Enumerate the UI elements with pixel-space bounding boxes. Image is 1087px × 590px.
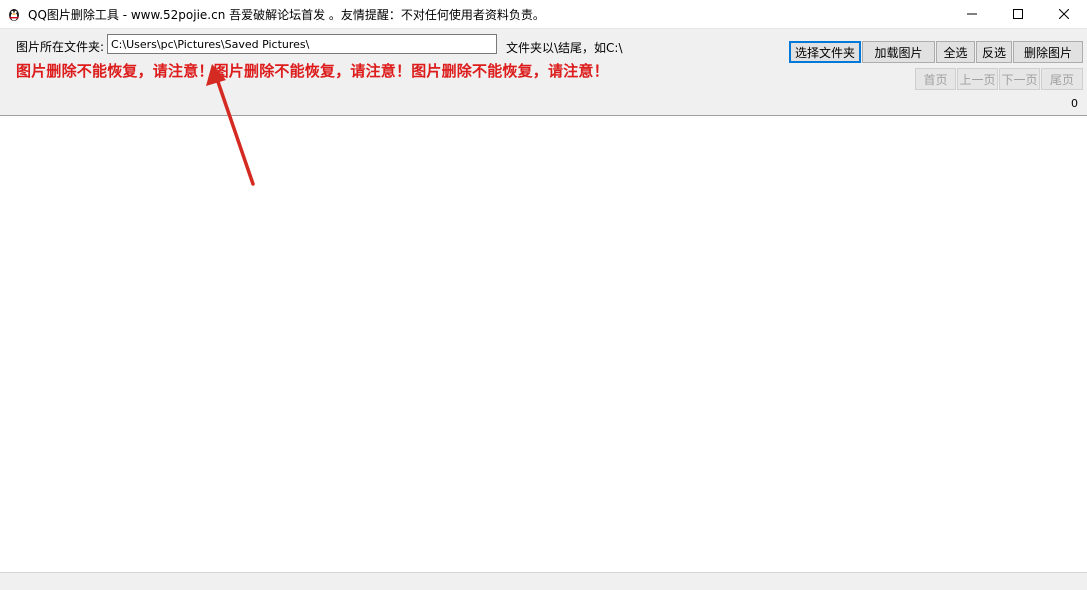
- close-button[interactable]: [1041, 0, 1087, 28]
- prev-page-button[interactable]: 上一页: [957, 68, 998, 90]
- image-count: 0: [1071, 97, 1078, 110]
- annotation-arrow-icon: [206, 64, 255, 186]
- path-hint: 文件夹以\结尾，如C:\: [506, 41, 623, 55]
- select-folder-button[interactable]: 选择文件夹: [789, 41, 861, 63]
- window-title: QQ图片删除工具 - www.52pojie.cn 吾爱破解论坛首发 。友情提醒…: [28, 8, 545, 22]
- first-page-button[interactable]: 首页: [915, 68, 956, 90]
- status-bar: [0, 572, 1087, 590]
- folder-path-input[interactable]: [107, 34, 497, 54]
- maximize-icon: [1013, 9, 1023, 19]
- load-images-button[interactable]: 加载图片: [862, 41, 935, 63]
- invert-selection-button[interactable]: 反选: [976, 41, 1012, 63]
- delete-warning: 图片删除不能恢复，请注意！图片删除不能恢复，请注意！图片删除不能恢复，请注意！: [16, 62, 609, 80]
- qq-penguin-icon: [9, 9, 19, 21]
- select-all-button[interactable]: 全选: [936, 41, 975, 63]
- toolbar-panel: 图片所在文件夹: 文件夹以\结尾，如C:\ 图片删除不能恢复，请注意！图片删除不…: [0, 29, 1087, 116]
- next-page-button[interactable]: 下一页: [999, 68, 1040, 90]
- folder-label: 图片所在文件夹:: [16, 40, 105, 54]
- image-list-area[interactable]: [0, 116, 1087, 572]
- maximize-button[interactable]: [995, 0, 1041, 28]
- minimize-button[interactable]: [949, 0, 995, 28]
- title-bar: QQ图片删除工具 - www.52pojie.cn 吾爱破解论坛首发 。友情提醒…: [0, 0, 1087, 29]
- close-icon: [1059, 9, 1069, 19]
- delete-images-button[interactable]: 删除图片: [1013, 41, 1083, 63]
- last-page-button[interactable]: 尾页: [1041, 68, 1083, 90]
- minimize-icon: [967, 13, 977, 15]
